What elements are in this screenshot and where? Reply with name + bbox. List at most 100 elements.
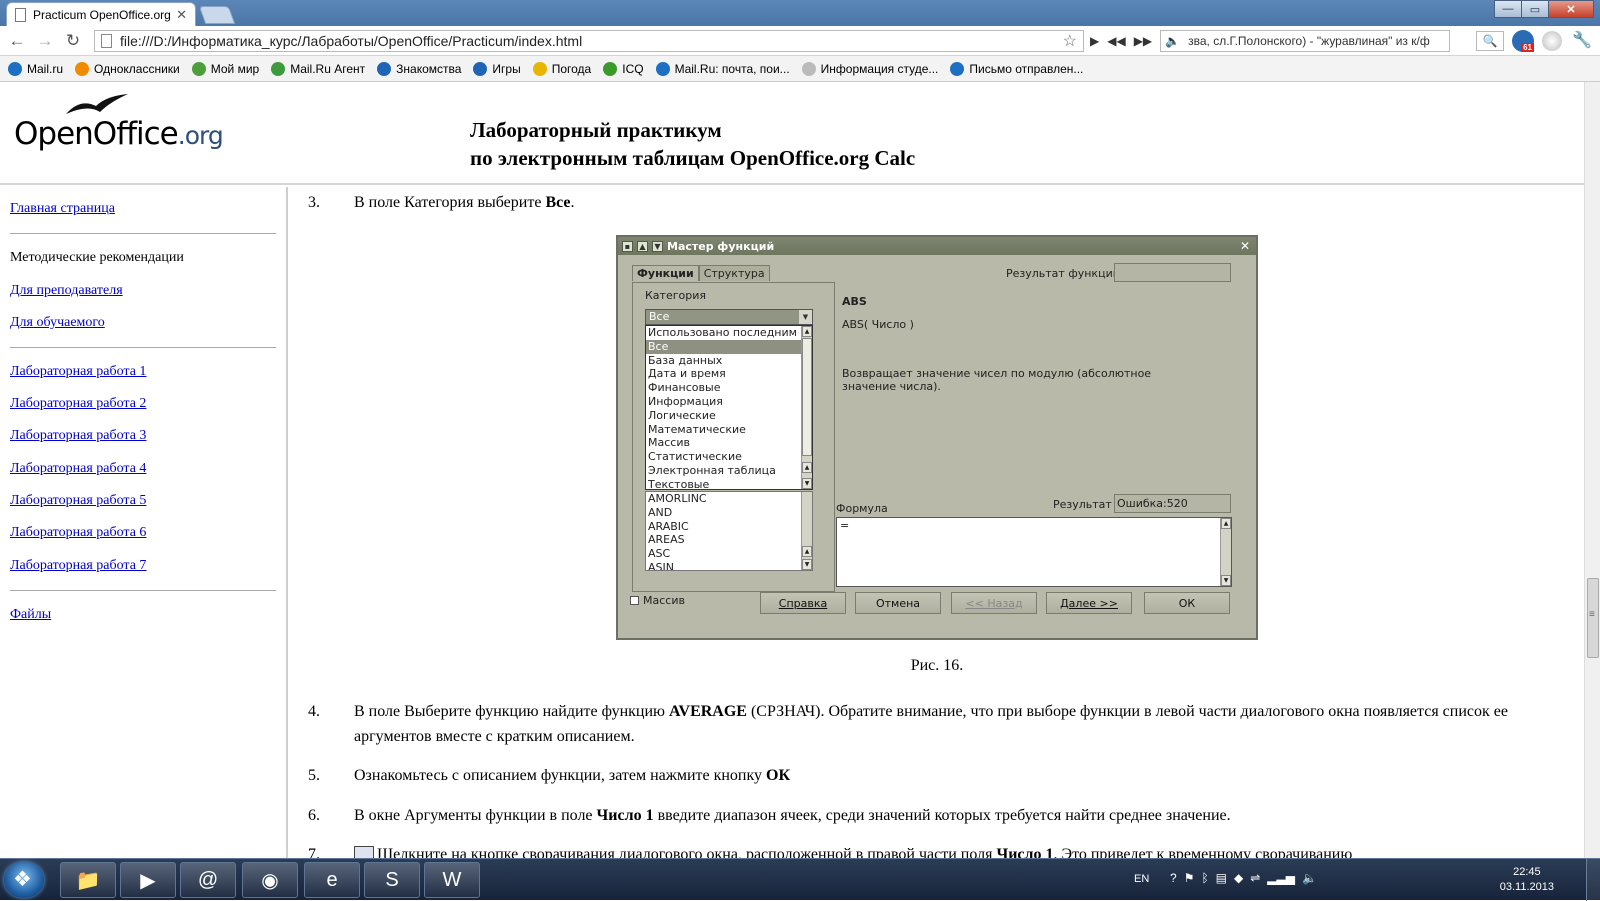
formula-scrollbar[interactable]: ▲ ▼ [1220,518,1231,586]
now-playing-field[interactable]: 🔈 зва, сл.Г.Полонского) - "журавлиная" из… [1160,30,1451,52]
usb-icon[interactable]: ⇌ [1250,871,1260,885]
category-item[interactable]: Все [646,339,812,354]
function-item[interactable]: ARABIC [646,520,812,534]
new-tab-button[interactable] [198,6,236,24]
category-item[interactable]: Электронная таблица [646,464,812,478]
wrench-icon[interactable]: 🔧 [1572,30,1592,50]
bookmark-star-icon[interactable]: ☆ [1063,31,1077,51]
category-item[interactable]: Массив [646,436,812,450]
bookmark-item[interactable]: Mail.ru [8,61,63,76]
scroll-up-icon[interactable]: ▲ [802,326,812,337]
roll-down-icon[interactable]: ▼ [652,240,663,252]
function-scrollbar[interactable]: ▲ ▼ [801,492,812,570]
bluetooth-icon[interactable]: ᛒ [1201,871,1208,885]
clock[interactable]: 22:45 03.11.2013 [1500,865,1554,895]
bookmark-item[interactable]: Информация студе... [801,61,938,76]
search-icon[interactable]: 🔍 [1476,31,1504,51]
bookmark-item[interactable]: Письмо отправлен... [950,61,1083,76]
antivirus-icon[interactable]: ◆ [1234,871,1243,885]
skype-taskbar-icon[interactable]: S [364,862,420,898]
bookmark-item[interactable]: ICQ [603,61,644,76]
link-lab-1[interactable]: Лабораторная работа 1 [10,364,146,380]
forward-arrow-icon[interactable]: → [34,30,56,52]
chrome-taskbar-icon[interactable]: ◉ [242,862,298,898]
function-list[interactable]: AMORLINC AND ARABIC AREAS ASC ASIN ▲ ▼ [645,491,813,571]
fast-forward-icon[interactable]: ▶▶ [1134,34,1152,48]
language-indicator[interactable]: EN [1134,873,1149,885]
link-lab-2[interactable]: Лабораторная работа 2 [10,396,146,412]
function-item[interactable]: ASC [646,547,812,561]
dialog-menu-icon[interactable]: ▪ [622,240,633,252]
mail-extension-icon[interactable]: 61 [1512,30,1534,52]
link-files[interactable]: Файлы [10,607,51,623]
scroll-down-icon[interactable]: ▼ [1221,575,1231,586]
category-select[interactable]: Все ▼ [645,309,813,325]
show-desktop-button[interactable] [1586,859,1600,901]
category-scrollbar[interactable]: ▲ ▲ ▼ [801,326,812,489]
maximize-button[interactable]: ▭ [1521,0,1549,18]
category-item[interactable]: Дата и время [646,367,812,381]
bookmark-item[interactable]: Mail.Ru: почта, пои... [655,61,790,76]
bookmark-item[interactable]: Одноклассники [75,61,180,76]
close-tab-icon[interactable]: ✕ [176,7,187,23]
link-for-student[interactable]: Для обучаемого [10,315,105,331]
reload-icon[interactable]: ↻ [62,30,84,52]
bookmark-item[interactable]: Знакомства [377,61,461,76]
address-bar[interactable]: file:///D:/Информатика_курс/Лабработы/Op… [94,30,1084,52]
chevron-down-icon[interactable]: ▼ [799,310,812,324]
scroll-down-icon[interactable]: ▼ [802,559,812,570]
link-lab-4[interactable]: Лабораторная работа 4 [10,461,146,477]
roll-up-icon[interactable]: ▲ [637,240,648,252]
category-item[interactable]: Статистические [646,450,812,464]
category-item[interactable]: Финансовые [646,381,812,395]
volume-icon[interactable]: 🔈 [1302,871,1317,885]
scroll-up-icon[interactable]: ▲ [1221,518,1231,529]
mail-agent-taskbar-icon[interactable]: @ [180,862,236,898]
category-item[interactable]: База данных [646,354,812,368]
minimize-button[interactable]: — [1494,0,1522,18]
category-list[interactable]: Использовано последним Все База данных Дата… [645,325,813,490]
back-arrow-icon[interactable]: ← [6,30,28,52]
address-url[interactable]: file:///D:/Информатика_курс/Лабработы/Op… [120,33,1063,49]
function-item[interactable]: AND [646,506,812,520]
scroll-up-icon[interactable]: ▲ [802,462,812,473]
bookmark-item[interactable]: Игры [473,61,521,76]
bookmark-item[interactable]: Mail.Ru Агент [271,61,365,76]
help-button[interactable]: Справка [760,592,846,614]
back-button[interactable]: << Назад [951,592,1037,614]
category-item[interactable]: Математические [646,423,812,437]
category-item[interactable]: Использовано последним [646,326,812,340]
internet-explorer-taskbar-icon[interactable]: e [304,862,360,898]
function-item[interactable]: AREAS [646,533,812,547]
category-item[interactable]: Текстовые [646,478,812,489]
rewind-icon[interactable]: ◀◀ [1107,34,1125,48]
tab-structure[interactable]: Структура [698,265,770,281]
category-item[interactable]: Логические [646,409,812,423]
ok-button[interactable]: ОК [1144,592,1230,614]
network-icon[interactable]: ▤ [1216,871,1227,885]
scroll-down-icon[interactable]: ▼ [802,478,812,489]
scroll-up-icon[interactable]: ▲ [802,546,812,557]
link-home[interactable]: Главная страница [10,201,115,217]
category-item[interactable]: Информация [646,395,812,409]
tab-functions[interactable]: Функции [632,265,699,281]
page-scrollbar[interactable] [1584,82,1600,858]
link-lab-7[interactable]: Лабораторная работа 7 [10,558,146,574]
link-lab-6[interactable]: Лабораторная работа 6 [10,525,146,541]
array-checkbox[interactable] [630,596,639,605]
bookmark-item[interactable]: Погода [532,61,591,76]
flag-icon[interactable]: ⚑ [1184,871,1195,885]
extension-icon[interactable] [1542,31,1562,51]
cancel-button[interactable]: Отмена [855,592,941,614]
close-window-button[interactable]: ✕ [1548,0,1594,18]
media-player-taskbar-icon[interactable]: ▶ [120,862,176,898]
function-item[interactable]: AMORLINC [646,492,812,506]
link-lab-5[interactable]: Лабораторная работа 5 [10,493,146,509]
play-icon[interactable]: ▶ [1090,34,1099,48]
explorer-taskbar-icon[interactable]: 📁 [60,862,116,898]
start-button[interactable] [4,862,44,898]
scroll-thumb[interactable] [1587,578,1599,658]
signal-icon[interactable]: ▂▃▅ [1267,871,1295,885]
scroll-thumb[interactable] [802,338,812,456]
help-icon[interactable]: ? [1170,871,1177,885]
